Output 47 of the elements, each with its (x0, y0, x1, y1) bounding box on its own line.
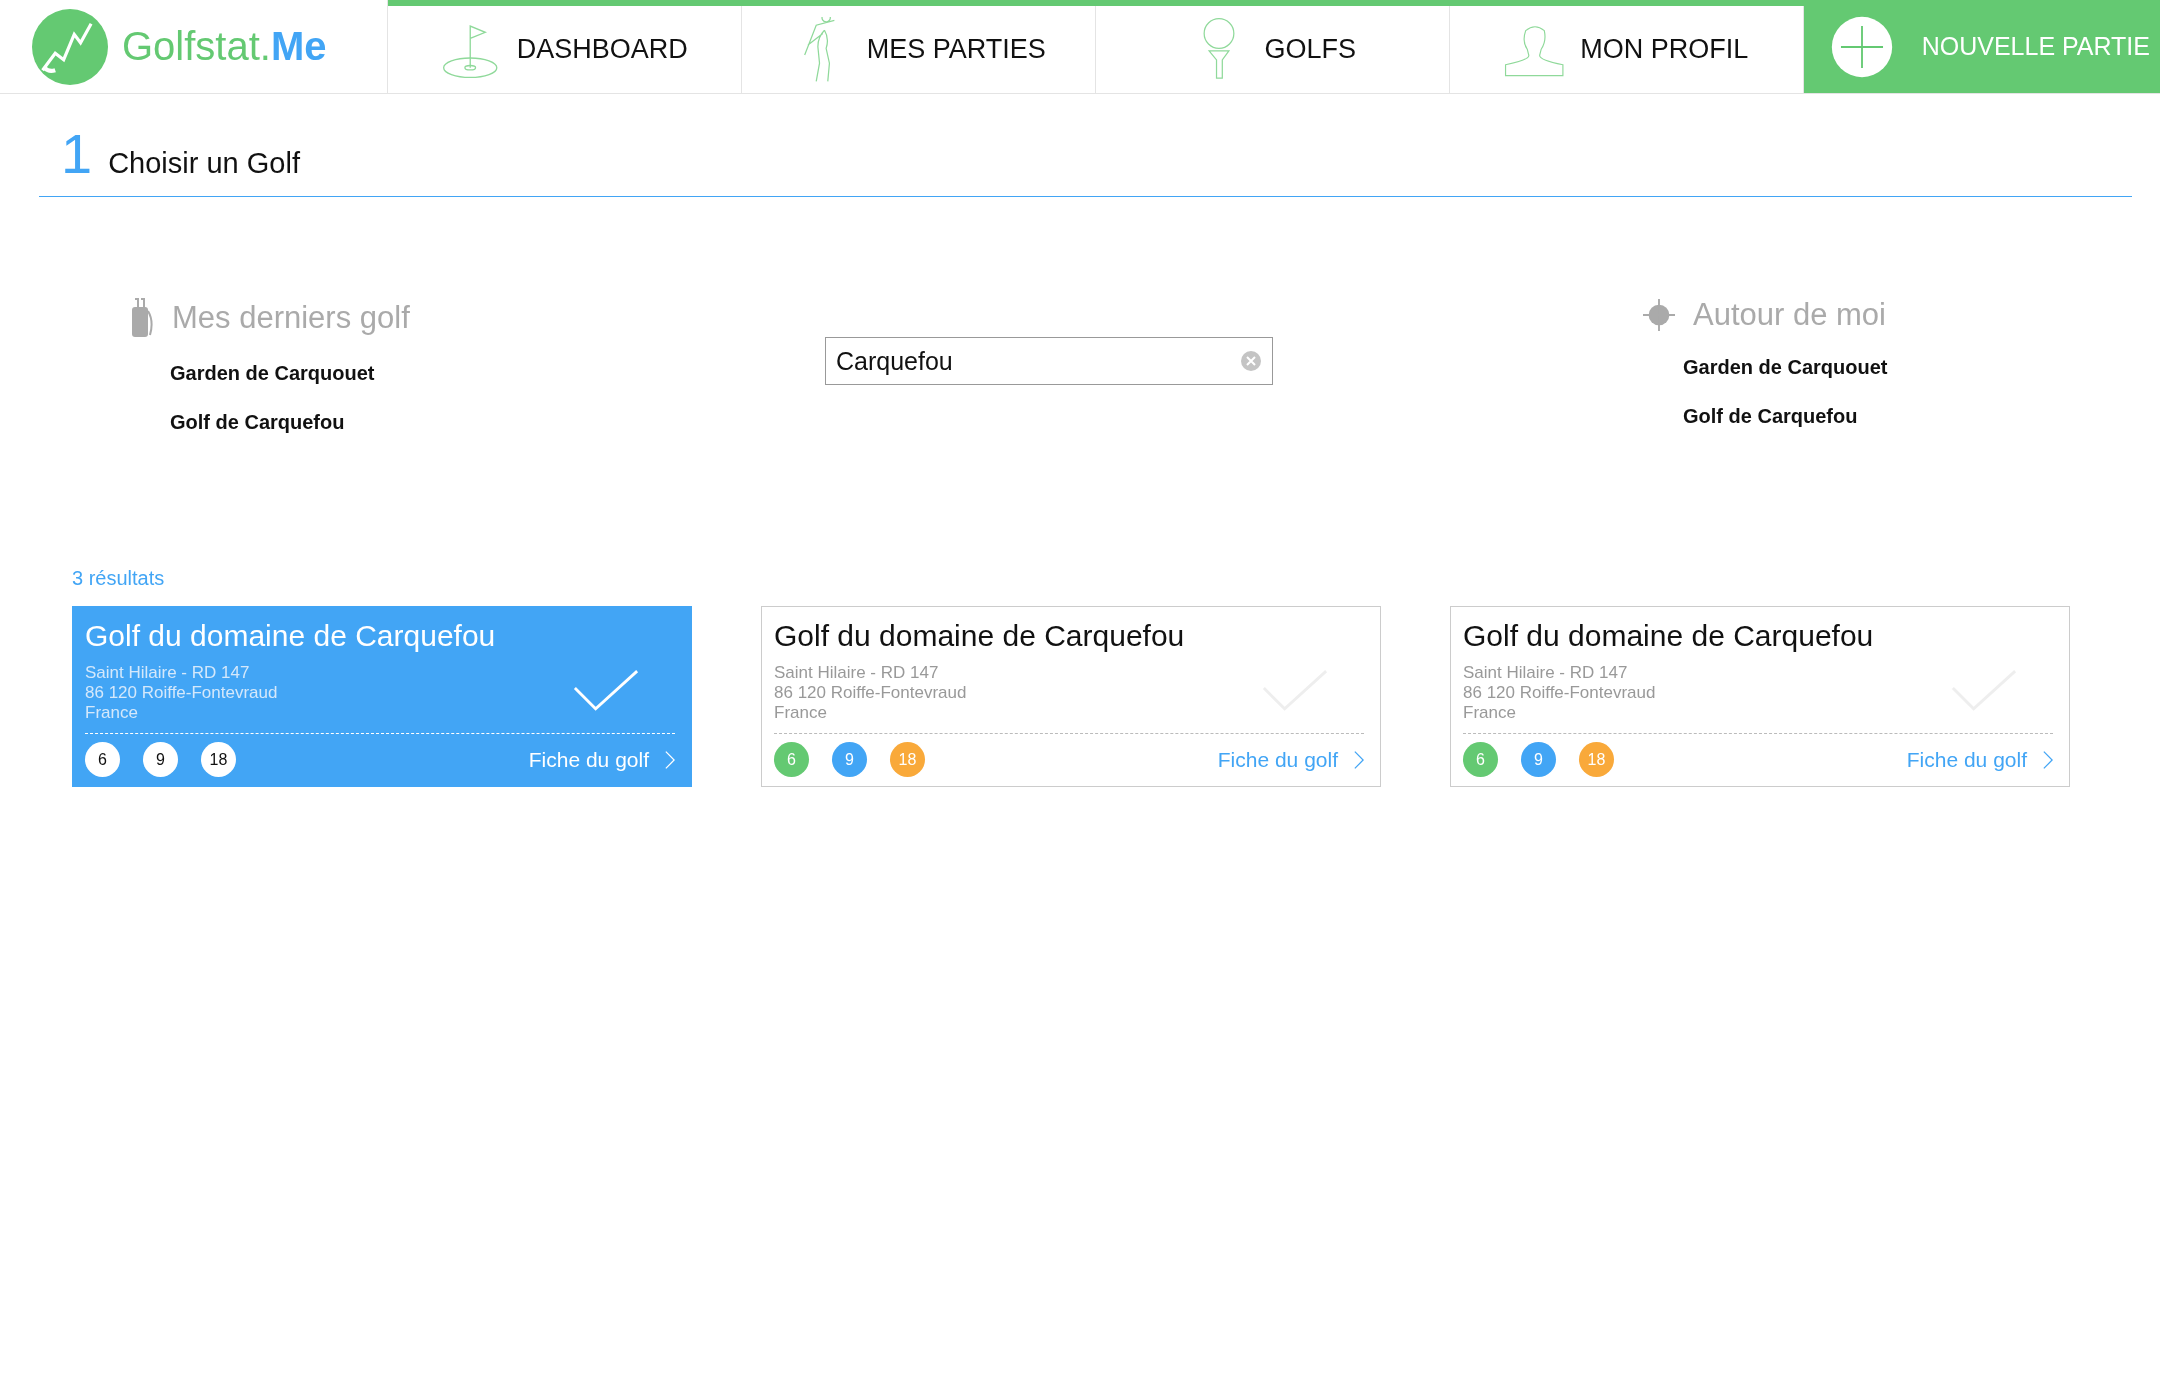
step-title: Choisir un Golf (108, 147, 300, 181)
golf-link[interactable]: Golf de Carquefou (170, 398, 345, 447)
golf-card[interactable]: Golf du domaine de Carquefou Saint Hilaire - RD 147 86 120 Roiffe-Fontevraud France 6 9 18 Fiche du golf (1450, 606, 2070, 787)
location-icon (1643, 299, 1675, 331)
golf-bag-icon (130, 297, 154, 339)
step-number: 1 (61, 126, 93, 182)
holes-badge: 9 (832, 742, 867, 777)
holes-badge: 6 (85, 742, 120, 777)
holes-badge: 18 (1579, 742, 1614, 777)
logo-icon (32, 8, 108, 85)
section-title: Mes derniers golf (172, 300, 410, 336)
address-line: France (85, 703, 139, 723)
golf-card[interactable]: Golf du domaine de Carquefou Saint Hilaire - RD 147 86 120 Roiffe-Fontevraud France 6 9 18 Fiche du golf (72, 606, 692, 787)
nav-tab[interactable]: MES PARTIES (741, 6, 1096, 93)
golf-name: Golf du domaine de Carquefou (1463, 619, 1874, 653)
result-count: 3 résultats (72, 567, 166, 590)
holes-badge: 6 (774, 742, 809, 777)
golf-link[interactable]: Garden de Carquouet (1683, 343, 1888, 392)
clear-icon[interactable] (1241, 351, 1261, 371)
checkmark-icon (573, 669, 639, 711)
address-line: 86 120 Roiffe-Fontevraud (774, 683, 968, 703)
holes-badge: 9 (143, 742, 178, 777)
chevron-icon (665, 749, 675, 770)
holes-badge: 9 (1521, 742, 1556, 777)
holes-badge: 18 (201, 742, 236, 777)
address-line: Saint Hilaire - RD 147 (85, 663, 251, 683)
golf-card[interactable]: Golf du domaine de Carquefou Saint Hilaire - RD 147 86 120 Roiffe-Fontevraud France 6 9 18 Fiche du golf (761, 606, 1381, 787)
nav-tab[interactable]: MON PROFIL (1449, 6, 1804, 93)
address-line: Saint Hilaire - RD 147 (774, 663, 940, 683)
search-field[interactable]: Carquefou (825, 337, 1273, 385)
nav-tab[interactable]: DASHBOARD (387, 6, 742, 93)
address-line: 86 120 Roiffe-Fontevraud (1463, 683, 1657, 703)
chevron-icon (2043, 749, 2053, 770)
address-line: 86 120 Roiffe-Fontevraud (85, 683, 279, 703)
golf-link[interactable]: Garden de Carquouet (170, 349, 375, 398)
chevron-icon (1354, 749, 1364, 770)
nav-tab[interactable]: GOLFS (1095, 6, 1450, 93)
plus-icon (1829, 14, 1894, 79)
golf-name: Golf du domaine de Carquefou (85, 619, 496, 653)
address-line: France (1463, 703, 1517, 723)
address-line: Saint Hilaire - RD 147 (1463, 663, 1629, 683)
address-line: France (774, 703, 828, 723)
section-title: Autour de moi (1693, 297, 1886, 333)
golf-link[interactable]: Golf de Carquefou (1683, 392, 1858, 441)
holes-badge: 18 (890, 742, 925, 777)
holes-badge: 6 (1463, 742, 1498, 777)
golf-name: Golf du domaine de Carquefou (774, 619, 1185, 653)
